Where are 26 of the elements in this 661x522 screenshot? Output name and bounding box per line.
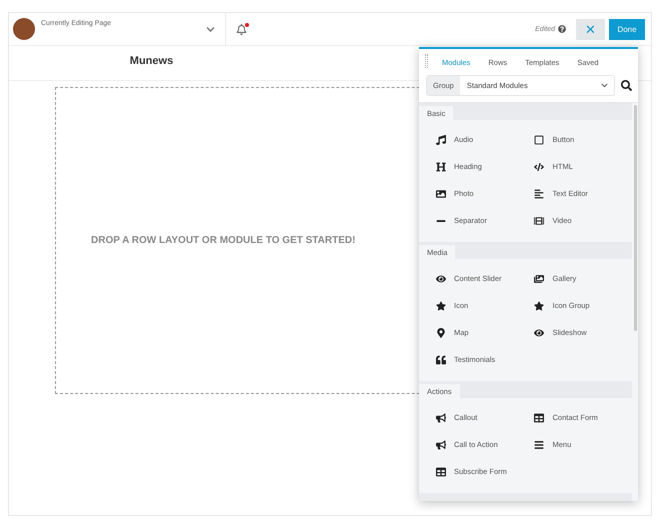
megaphone-icon (436, 440, 446, 450)
bell-icon[interactable] (236, 24, 247, 34)
eye-icon (436, 274, 446, 284)
megaphone-icon (436, 412, 446, 422)
images-icon (534, 274, 544, 284)
table-icon (436, 466, 446, 476)
page-title: Munews (128, 54, 174, 69)
table-icon (534, 412, 544, 422)
chevron-down-icon (601, 82, 608, 89)
drag-handle-icon[interactable] (425, 54, 428, 68)
text-lines-icon (534, 188, 544, 198)
menu-icon (534, 440, 544, 450)
star-icon (534, 300, 544, 310)
image-icon (436, 188, 446, 198)
star-icon (436, 300, 446, 310)
chevron-down-icon[interactable] (206, 24, 215, 34)
music-note-icon (436, 134, 446, 144)
search-icon[interactable] (621, 80, 632, 91)
map-pin-icon (436, 328, 446, 338)
eye-icon (534, 328, 544, 338)
quote-icon (436, 354, 446, 364)
drop-hint: DROP A ROW LAYOUT OR MODULE TO GET STARTED! (91, 235, 356, 246)
heading-icon (436, 162, 446, 172)
code-icon (534, 162, 544, 172)
help-icon[interactable] (558, 25, 566, 33)
film-icon (534, 216, 544, 226)
